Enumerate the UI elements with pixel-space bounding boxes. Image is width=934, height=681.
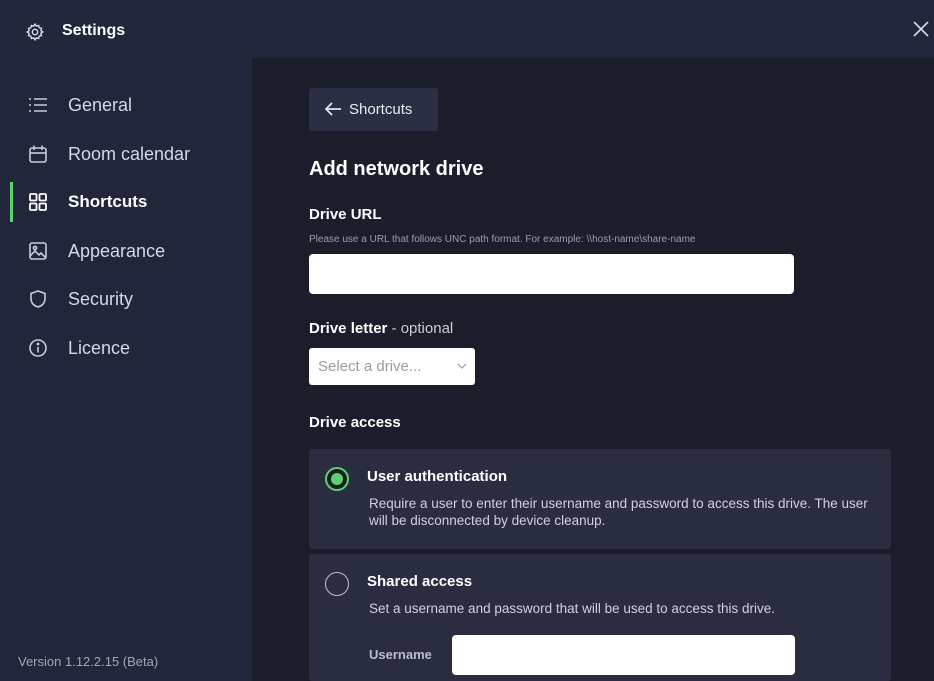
option-title: Shared access [367,573,473,590]
grid-icon [27,191,49,213]
window-title: Settings [62,22,126,39]
drive-access-label: Drive access [309,414,401,431]
option-title: User authentication [367,468,508,485]
username-label: Username [369,647,432,662]
sidebar: General Room calendar Shortcuts Appearan… [0,58,252,681]
sidebar-item-label: Licence [68,337,131,358]
sidebar-item-security[interactable]: Security [0,277,252,321]
drive-url-label: Drive URL [309,206,382,223]
arrow-left-icon [324,102,341,116]
image-icon [27,240,49,262]
sidebar-item-general[interactable]: General [0,83,252,127]
shield-icon [27,288,49,310]
drive-letter-select[interactable]: Select a drive... [309,348,475,385]
calendar-icon [27,143,49,165]
optional-tag: - optional [387,320,454,337]
drive-url-hint: Please use a URL that follows UNC path f… [309,234,696,245]
drive-letter-label: Drive letter - optional [309,320,453,337]
main-panel: Shortcuts Add network drive Drive URL Pl… [252,58,934,681]
sidebar-item-label: Security [68,288,134,309]
page-title: Add network drive [309,158,484,180]
list-icon [27,94,49,116]
sidebar-item-appearance[interactable]: Appearance [0,229,252,273]
drive-letter-select-value: Select a drive... [318,358,422,375]
sidebar-item-label: Shortcuts [68,192,148,211]
title-bar: Settings [0,0,934,58]
option-description: Require a user to enter their username a… [369,496,868,528]
info-icon [27,337,49,359]
sidebar-item-shortcuts[interactable]: Shortcuts [0,180,252,224]
user-auth-radio[interactable] [325,467,349,491]
option-description: Set a username and password that will be… [369,601,775,616]
sidebar-item-label: Appearance [68,240,166,261]
sidebar-item-room-calendar[interactable]: Room calendar [0,132,252,176]
gear-icon [25,22,45,42]
close-icon[interactable] [912,20,930,38]
shared-access-radio[interactable] [325,572,349,596]
back-button[interactable]: Shortcuts [309,88,438,131]
back-button-label: Shortcuts [349,101,413,118]
sidebar-item-label: General [68,94,133,115]
version-label: Version 1.12.2.15 (Beta) [18,654,159,669]
username-input[interactable] [452,635,795,675]
access-option-shared[interactable]: Shared access Set a username and passwor… [309,554,891,681]
access-option-user-auth[interactable]: User authentication Require a user to en… [309,449,891,549]
drive-letter-label-text: Drive letter [309,320,388,337]
sidebar-item-label: Room calendar [68,143,191,164]
chevron-down-icon [457,363,467,369]
drive-url-input[interactable] [309,254,794,294]
sidebar-item-licence[interactable]: Licence [0,326,252,370]
